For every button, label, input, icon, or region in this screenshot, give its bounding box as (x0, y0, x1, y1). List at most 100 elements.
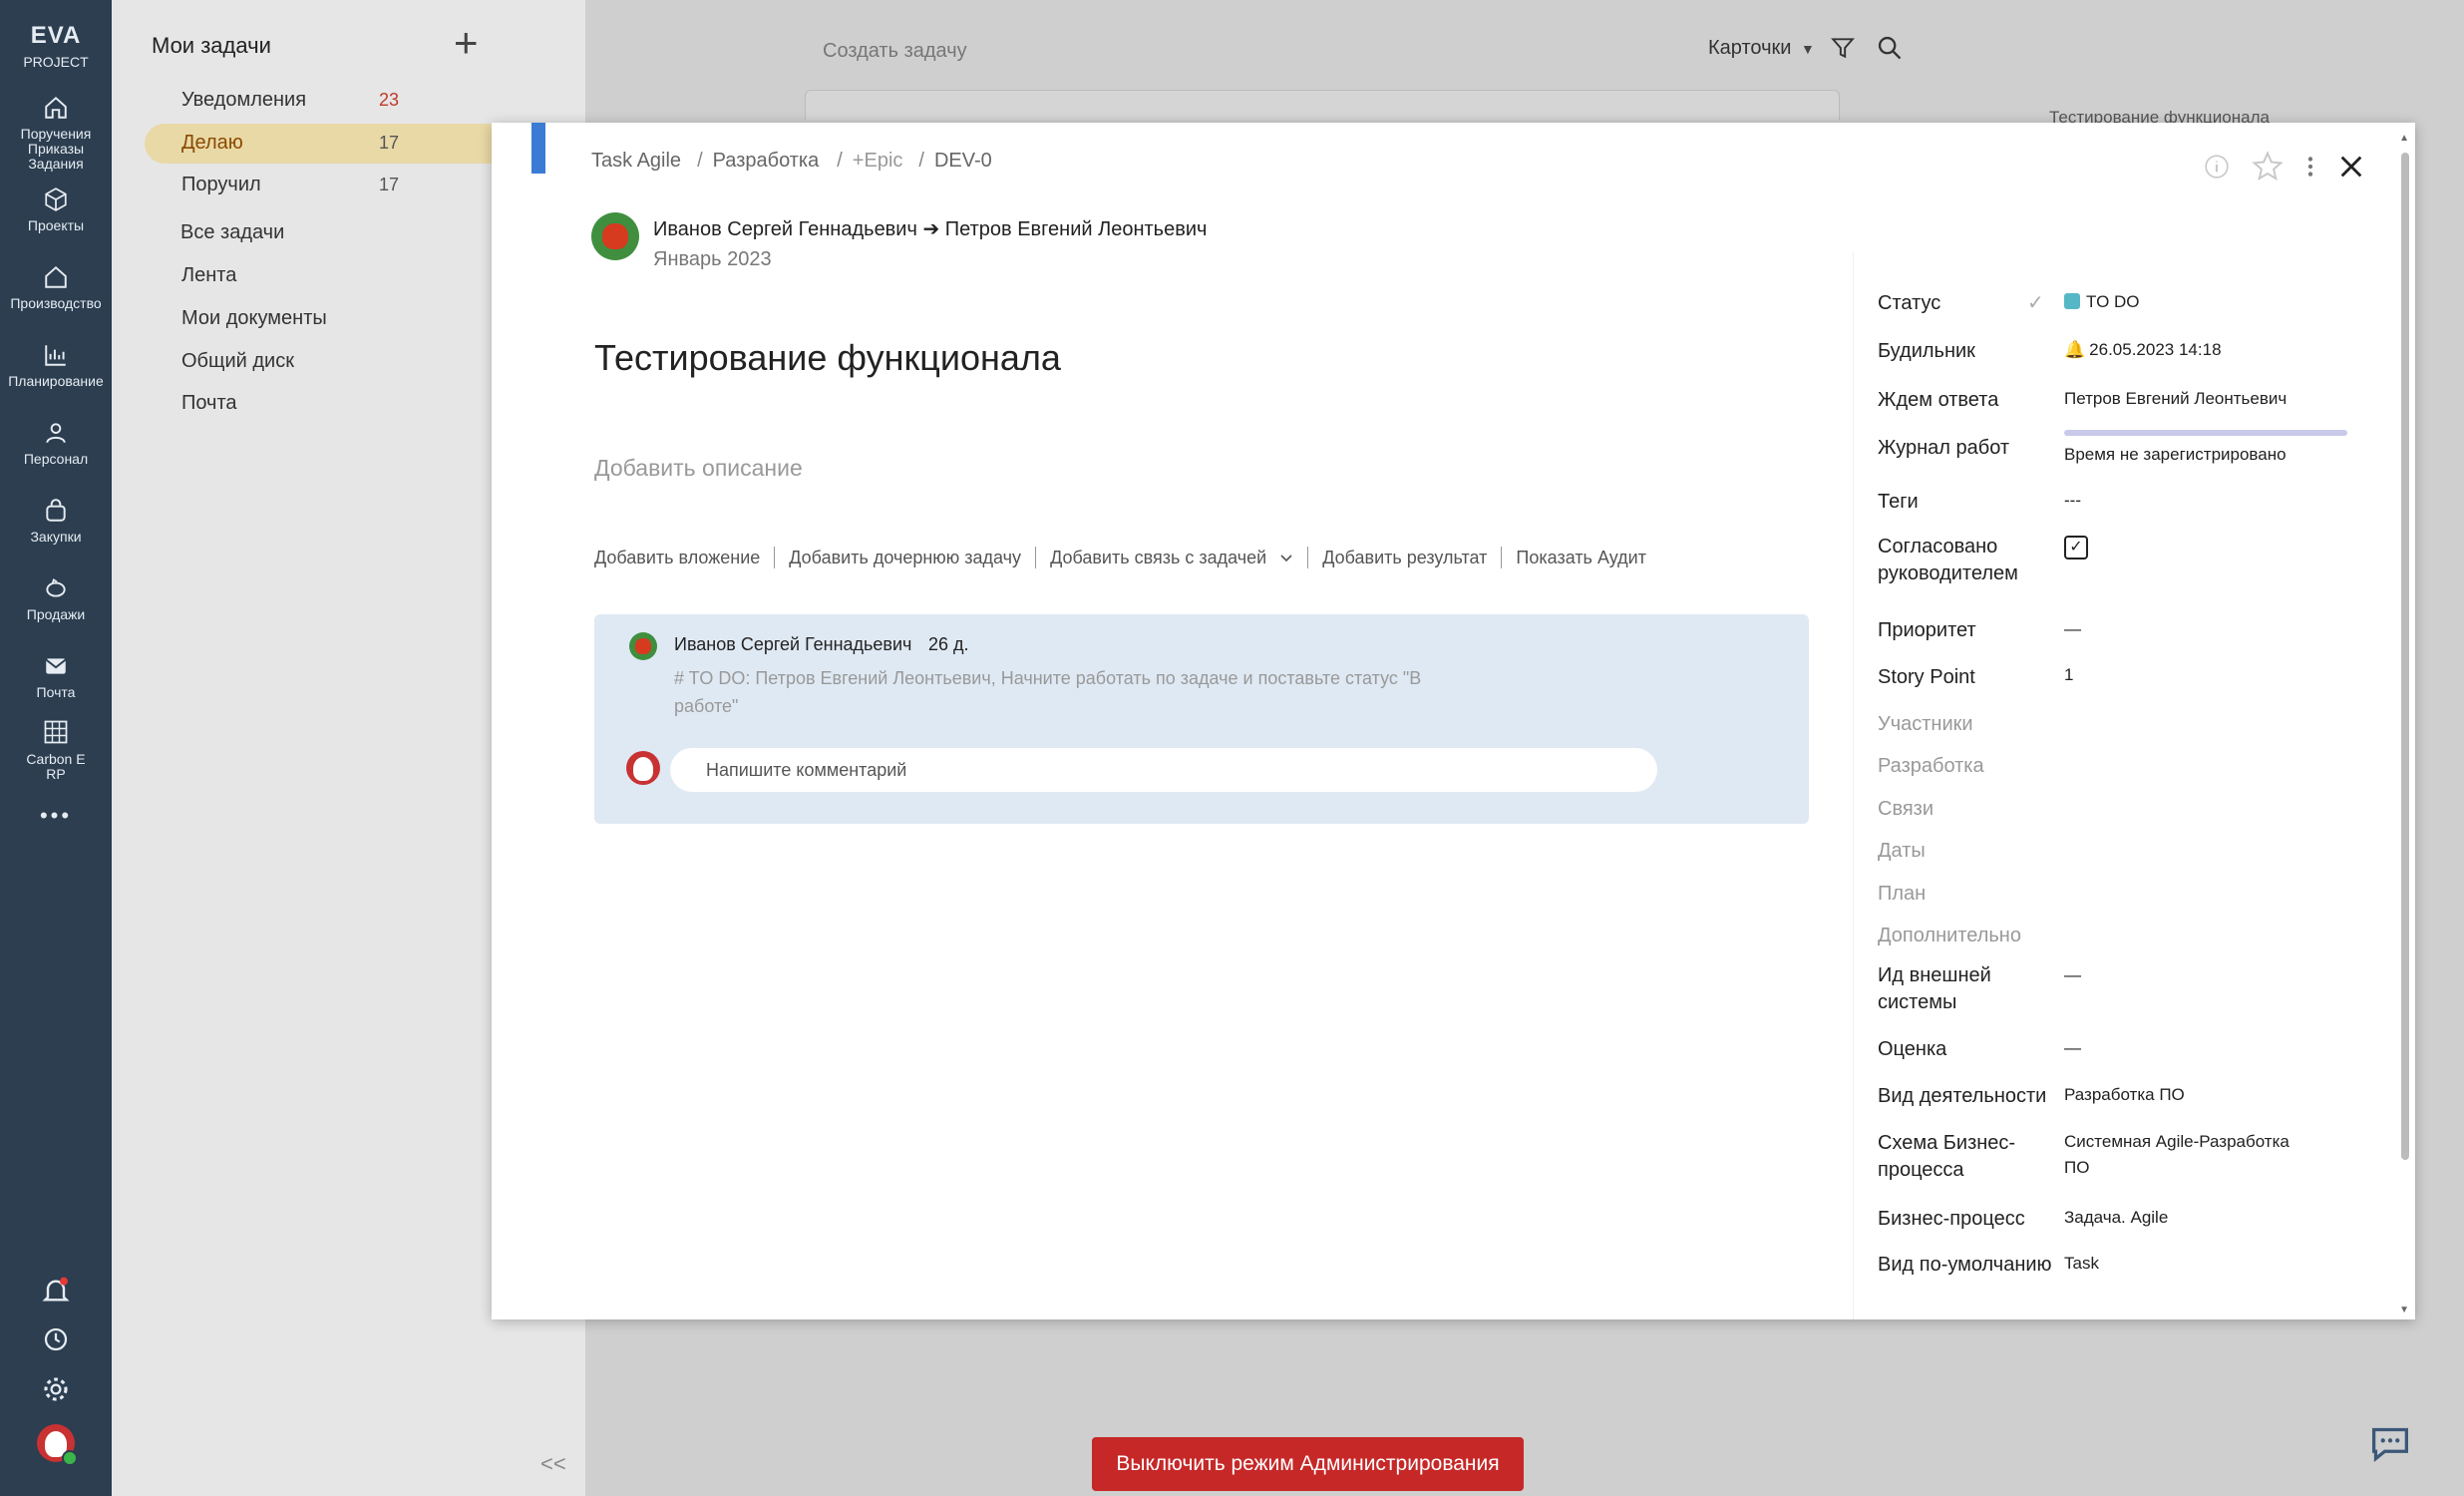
rail-item-planning[interactable]: Планирование (0, 342, 112, 389)
view-mode-label: Карточки (1708, 37, 1792, 59)
breadcrumb-item-epic[interactable]: +Epic (853, 150, 903, 172)
plan-section[interactable]: План (1878, 881, 2067, 908)
nav-item-assigned[interactable]: Поручил (181, 174, 261, 196)
scheme-value[interactable]: Системная Agile-Разработка ПО (2064, 1129, 2313, 1181)
add-link-button[interactable]: Добавить связь с задачей (1035, 547, 1307, 568)
brand-subtitle: PROJECT (23, 54, 89, 70)
comment-input[interactable] (670, 748, 1657, 792)
approved-label: Согласовано руководителем (1878, 536, 2018, 584)
add-task-icon[interactable]: + (454, 22, 479, 64)
modal-scrollbar[interactable] (2401, 153, 2409, 1160)
disable-admin-mode-button[interactable]: Выключить режим Администрирования (1092, 1437, 1524, 1491)
development-section[interactable]: Разработка (1878, 753, 2067, 780)
close-icon[interactable] (2337, 153, 2365, 181)
collapse-panel-icon[interactable]: << (540, 1451, 566, 1477)
comment-author[interactable]: Иванов Сергей Геннадьевич (674, 634, 911, 655)
activity-value[interactable]: Разработка ПО (2064, 1082, 2343, 1108)
scroll-up-arrow[interactable]: ▲ (2399, 133, 2409, 144)
activity-label: Вид деятельности (1878, 1085, 2047, 1107)
breadcrumb-separator: / (697, 150, 703, 172)
piggy-icon (46, 577, 66, 597)
history-icon (44, 1327, 68, 1351)
rail-label: Carbon E (26, 751, 86, 767)
chat-button[interactable] (2367, 1424, 2413, 1473)
user-avatar-button[interactable] (0, 1424, 112, 1467)
check-icon: ✓ (2027, 292, 2044, 314)
filter-button[interactable] (1830, 34, 1856, 67)
rail-item-assignments[interactable]: Поручения Приказы Задания (0, 95, 112, 172)
author-from[interactable]: Иванов Сергей Геннадьевич (653, 218, 917, 240)
extra-section[interactable]: Дополнительно (1878, 923, 2067, 949)
mail-icon (45, 658, 67, 674)
nav-item-doing[interactable]: Делаю (181, 132, 243, 155)
rail-label: Поручения (20, 126, 92, 142)
nav-item-my-documents[interactable]: Мои документы (181, 307, 327, 330)
chart-icon (45, 345, 66, 366)
rail-item-personnel[interactable]: Персонал (0, 420, 112, 467)
show-audit-button[interactable]: Показать Аудит (1501, 547, 1660, 568)
worklog-text: Время не зарегистрировано (2064, 445, 2287, 464)
star-icon[interactable] (2252, 151, 2284, 183)
rail-item-projects[interactable]: Проекты (0, 187, 112, 233)
default-view-value[interactable]: Task (2064, 1251, 2343, 1277)
rail-label: Производство (10, 295, 102, 311)
nav-item-all-tasks[interactable]: Все задачи (180, 221, 284, 244)
dates-section[interactable]: Даты (1878, 838, 2067, 865)
nav-item-shared-drive[interactable]: Общий диск (181, 350, 294, 373)
more-vertical-icon[interactable] (2305, 154, 2315, 180)
rail-item-purchases[interactable]: Закупки (0, 498, 112, 545)
search-button[interactable] (1876, 34, 1904, 67)
approved-checkbox[interactable]: ✓ (2064, 536, 2088, 560)
brand-name: EVA (30, 22, 82, 49)
notifications-button[interactable] (0, 1275, 112, 1311)
breadcrumb-separator: / (837, 150, 843, 172)
scroll-down-arrow[interactable]: ▼ (2399, 1305, 2409, 1315)
status-value[interactable]: TO DO (2064, 289, 2343, 315)
bell-icon: 🔔 (2064, 340, 2086, 359)
more-icon[interactable]: ••• (0, 803, 112, 829)
rail-label: Персонал (23, 451, 89, 467)
external-id-value[interactable]: — (2064, 962, 2343, 988)
links-section[interactable]: Связи (1878, 796, 2067, 823)
settings-button[interactable] (0, 1374, 112, 1409)
worklog-value[interactable]: Время не зарегистрировано (2064, 424, 2347, 468)
rail-item-sales[interactable]: Продажи (0, 575, 112, 622)
story-point-value[interactable]: 1 (2064, 662, 2343, 688)
waiting-label: Ждем ответа (1878, 389, 1999, 411)
add-subtask-button[interactable]: Добавить дочернюю задачу (774, 547, 1035, 568)
bell-icon (42, 1277, 70, 1302)
process-value[interactable]: Задача. Agile (2064, 1205, 2343, 1231)
history-button[interactable] (0, 1324, 112, 1359)
nav-item-feed[interactable]: Лента (181, 264, 236, 287)
breadcrumb-item-section[interactable]: Разработка (713, 150, 820, 172)
info-icon[interactable] (2204, 154, 2230, 180)
breadcrumb-item-project[interactable]: Task Agile (591, 150, 681, 172)
priority-label: Приоритет (1878, 619, 1976, 641)
participants-section[interactable]: Участники (1878, 711, 2067, 738)
tags-value[interactable]: --- (2064, 488, 2343, 514)
author-avatar[interactable] (591, 212, 639, 260)
add-result-button[interactable]: Добавить результат (1307, 547, 1501, 568)
brand-logo[interactable]: EVA PROJECT (0, 22, 112, 70)
nav-item-mail[interactable]: Почта (181, 392, 237, 415)
author-to[interactable]: Петров Евгений Леонтьевич (945, 218, 1208, 240)
rating-value[interactable]: — (2064, 1035, 2343, 1061)
left-rail: EVA PROJECT Поручения Приказы Задания Пр… (0, 0, 112, 1496)
create-task-input[interactable]: Создать задачу (823, 40, 967, 63)
add-attachment-button[interactable]: Добавить вложение (594, 547, 774, 568)
task-title[interactable]: Тестирование функционала (594, 337, 1061, 379)
breadcrumb-item-id[interactable]: DEV-0 (934, 150, 992, 172)
search-icon (1878, 36, 1902, 60)
rail-item-carbon-erp[interactable]: Carbon E RP (0, 718, 112, 782)
waiting-value[interactable]: Петров Евгений Леонтьевич (2064, 386, 2343, 412)
rail-item-mail[interactable]: Почта (0, 653, 112, 700)
add-description[interactable]: Добавить описание (594, 455, 803, 482)
rail-item-production[interactable]: Производство (0, 264, 112, 311)
task-actions: Добавить вложение Добавить дочернюю зада… (594, 547, 1660, 568)
nav-item-notifications[interactable]: Уведомления (181, 89, 306, 112)
tags-label: Теги (1878, 491, 1919, 513)
view-mode-dropdown[interactable]: Карточки ▼ (1708, 37, 1815, 60)
gear-icon (44, 1377, 68, 1401)
alarm-value[interactable]: 🔔 26.05.2023 14:18 (2064, 337, 2343, 363)
priority-value[interactable]: — (2064, 616, 2343, 642)
